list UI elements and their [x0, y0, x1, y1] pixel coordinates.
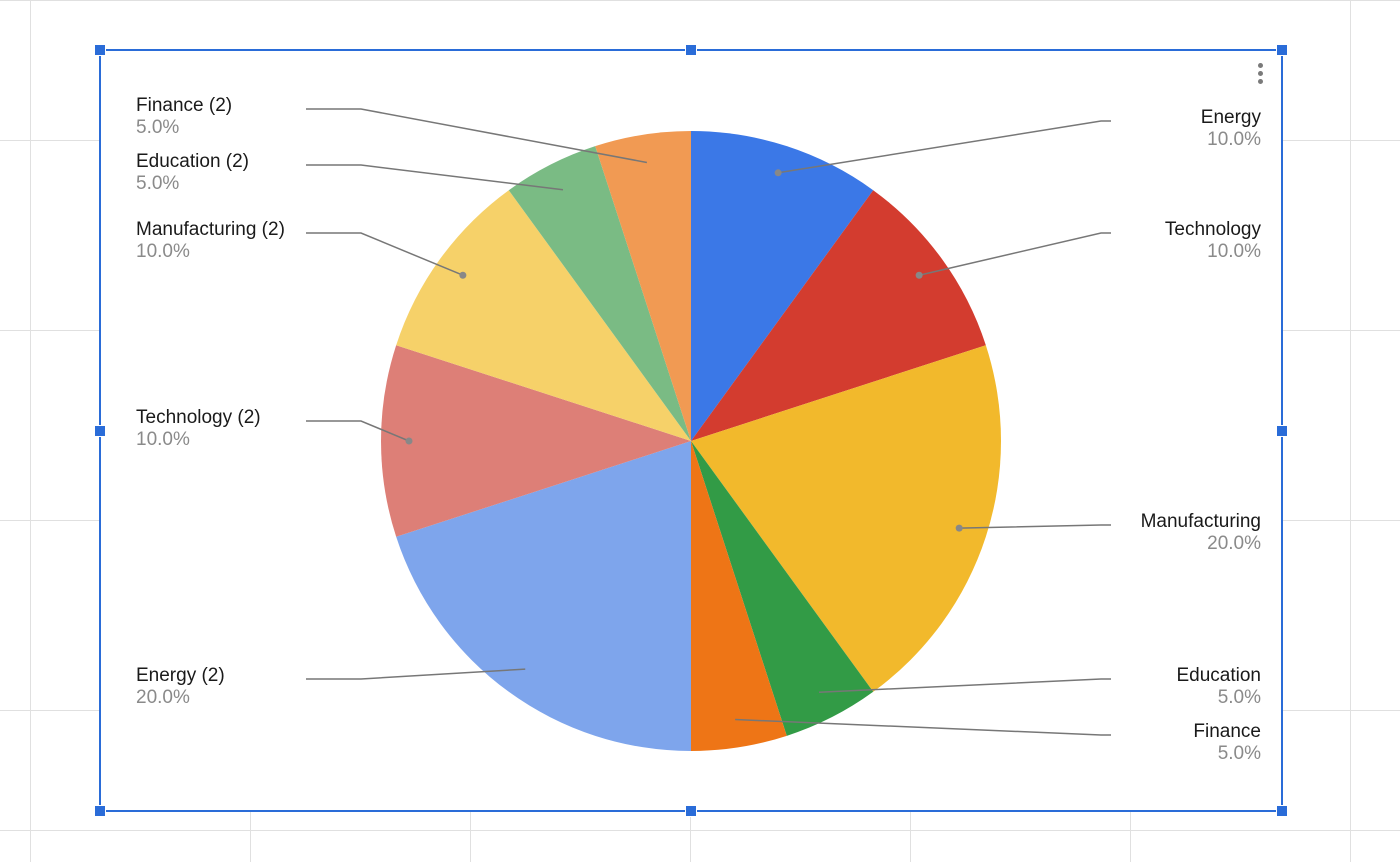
pie-label: Finance5.0% — [1193, 721, 1261, 765]
pie-label: Education (2)5.0% — [136, 151, 249, 195]
pie-label: Manufacturing20.0% — [1141, 511, 1261, 555]
leader-dot — [459, 272, 466, 279]
pie-label: Technology (2)10.0% — [136, 407, 261, 451]
pie-label: Energy (2)20.0% — [136, 665, 225, 709]
leader-dot — [956, 525, 963, 532]
leader-dot — [406, 438, 413, 445]
leader-line — [778, 121, 1111, 173]
pie-label: Energy10.0% — [1201, 107, 1261, 151]
leader-dot — [775, 169, 782, 176]
leader-line — [919, 233, 1111, 275]
chart-menu-icon[interactable] — [1251, 61, 1271, 87]
chart-object[interactable]: Energy10.0% Technology10.0% Manufacturing2… — [100, 50, 1282, 812]
pie-label: Finance (2)5.0% — [136, 95, 232, 139]
pie-chart-svg — [101, 51, 1281, 811]
resize-handle-w[interactable] — [94, 425, 106, 437]
resize-handle-n[interactable] — [685, 44, 697, 56]
resize-handle-s[interactable] — [685, 805, 697, 817]
pie-label: Technology10.0% — [1165, 219, 1261, 263]
resize-handle-sw[interactable] — [94, 805, 106, 817]
resize-handle-nw[interactable] — [94, 44, 106, 56]
resize-handle-se[interactable] — [1276, 805, 1288, 817]
leader-dot — [916, 272, 923, 279]
pie-label: Manufacturing (2)10.0% — [136, 219, 285, 263]
pie-label: Education5.0% — [1176, 665, 1261, 709]
resize-handle-e[interactable] — [1276, 425, 1288, 437]
resize-handle-ne[interactable] — [1276, 44, 1288, 56]
